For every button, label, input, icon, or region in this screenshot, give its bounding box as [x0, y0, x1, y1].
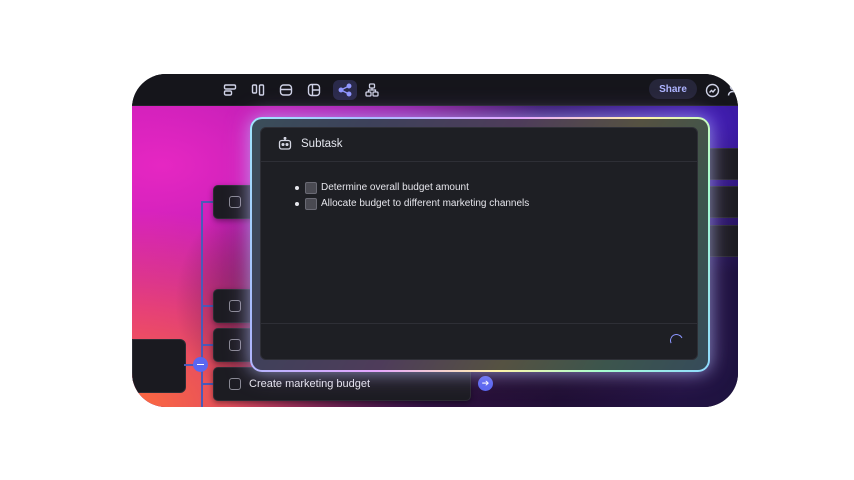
- collapse-button[interactable]: [193, 357, 208, 372]
- subtask-list: Determine overall budget amount Allocate…: [295, 180, 529, 212]
- mindmap-node[interactable]: [213, 185, 255, 219]
- bullet-icon: [295, 185, 299, 190]
- node-checkbox[interactable]: [229, 196, 241, 208]
- subtask-checkbox[interactable]: [305, 197, 317, 210]
- org-chart-icon[interactable]: [362, 80, 382, 100]
- card-layout-icon[interactable]: [276, 80, 296, 100]
- share-button[interactable]: Share: [649, 79, 697, 99]
- grid-layout-icon[interactable]: [304, 80, 324, 100]
- connector-line: [201, 201, 213, 203]
- mindmap-node[interactable]: [709, 148, 738, 180]
- subtask-label: Allocate budget to different marketing c…: [321, 198, 530, 209]
- node-label: Create marketing budget: [249, 378, 371, 390]
- columns-layout-icon[interactable]: [248, 80, 268, 100]
- loading-spinner-icon: [668, 332, 685, 349]
- node-checkbox[interactable]: [229, 339, 241, 351]
- connector-line: [201, 305, 213, 307]
- mindmap-node[interactable]: [709, 225, 738, 257]
- panel-footer: [261, 323, 697, 359]
- mindmap-node[interactable]: [213, 328, 255, 362]
- subtask-checkbox[interactable]: [305, 181, 317, 194]
- mindmap-node[interactable]: [213, 289, 255, 323]
- subtask-label: Determine overall budget amount: [321, 182, 469, 193]
- subtask-panel: Subtask Determine overall budget amount …: [260, 127, 698, 360]
- user-icon[interactable]: [724, 80, 738, 100]
- mindmap-icon[interactable]: [333, 80, 357, 100]
- arrow-right-icon[interactable]: ➔: [478, 376, 493, 391]
- root-node[interactable]: [132, 339, 186, 393]
- node-checkbox[interactable]: [229, 378, 241, 390]
- node-checkbox[interactable]: [229, 300, 241, 312]
- connector-line: [201, 383, 213, 385]
- mindmap-node[interactable]: Create marketing budget: [213, 367, 471, 401]
- list-item: Allocate budget to different marketing c…: [295, 196, 529, 211]
- robot-icon: [278, 136, 292, 151]
- connector-line: [201, 344, 213, 346]
- list-layout-icon[interactable]: [220, 80, 240, 100]
- app-window: Share Create marketing budget ➔ Subtask …: [132, 74, 738, 407]
- analytics-icon[interactable]: [702, 80, 722, 100]
- mindmap-node[interactable]: [709, 186, 738, 218]
- bullet-icon: [295, 201, 299, 206]
- list-item: Determine overall budget amount: [295, 180, 529, 195]
- panel-title: Subtask: [301, 138, 343, 150]
- top-toolbar: Share: [132, 74, 738, 106]
- connector-line: [201, 201, 203, 407]
- panel-header: Subtask: [261, 128, 697, 162]
